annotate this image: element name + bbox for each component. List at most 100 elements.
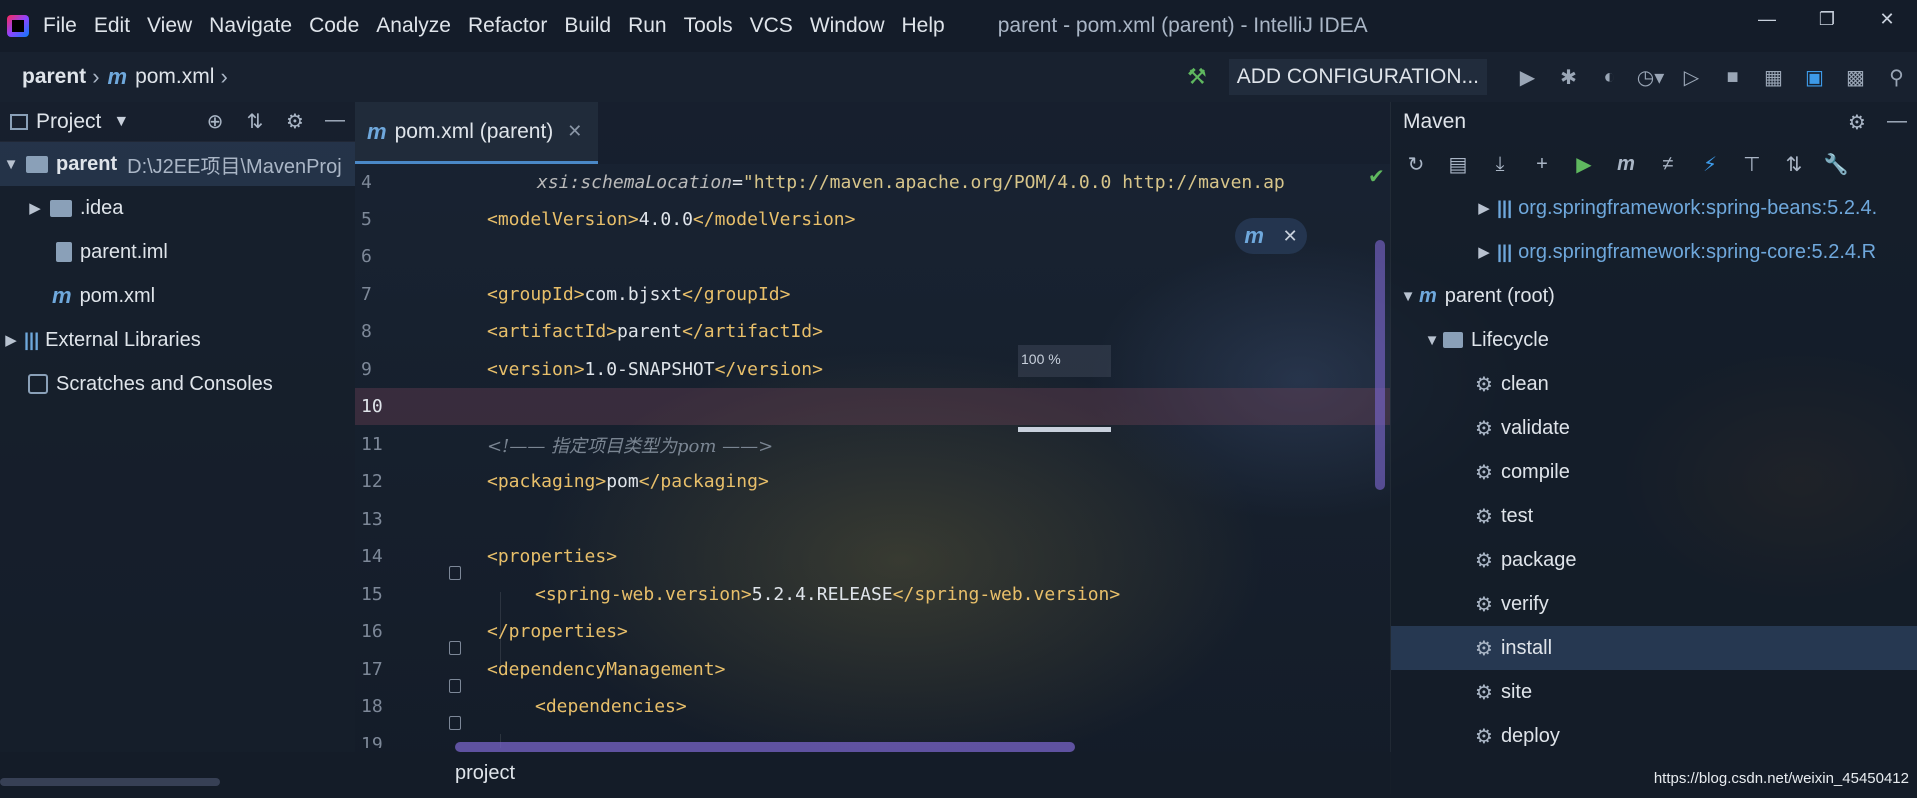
skip-tests-icon[interactable]: ⚡ [1689, 152, 1731, 177]
maven-project-root[interactable]: ▼ m parent (root) [1391, 274, 1917, 318]
menu-analyze[interactable]: Analyze [376, 14, 451, 38]
build-hammer-icon[interactable]: ⚒ [1187, 64, 1207, 90]
expand-arrow-icon[interactable]: ▶ [1473, 199, 1495, 217]
maven-phase-verify[interactable]: ⚙ verify [1391, 582, 1917, 626]
maven-reload-icon[interactable]: m [1244, 223, 1264, 249]
coverage-icon[interactable]: ◐ [1589, 52, 1630, 102]
add-configuration-button[interactable]: ADD CONFIGURATION... [1228, 59, 1487, 95]
tab-pom-xml[interactable]: m pom.xml (parent) ✕ [355, 102, 598, 164]
hide-icon[interactable]: — [1877, 110, 1917, 135]
breadcrumb-file[interactable]: pom.xml [135, 65, 214, 89]
tree-item-scratches[interactable]: Scratches and Consoles [0, 362, 355, 406]
maven-phase-clean[interactable]: ⚙ clean [1391, 362, 1917, 406]
tree-item-idea[interactable]: ▶ .idea [0, 186, 355, 230]
editor-horizontal-scrollbar[interactable] [455, 742, 1075, 752]
execute-goal-icon[interactable]: m [1605, 153, 1647, 176]
menu-tools[interactable]: Tools [684, 14, 733, 38]
menu-refactor[interactable]: Refactor [468, 14, 547, 38]
maven-dependency-item[interactable]: ▶ ||| org.springframework:spring-beans:5… [1391, 186, 1917, 230]
run-icon[interactable]: ▶ [1507, 52, 1548, 102]
expand-arrow-icon[interactable]: ▼ [0, 156, 22, 173]
code-line[interactable]: 17 <dependencyManagement> [355, 651, 1390, 693]
menu-view[interactable]: View [147, 14, 192, 38]
collapse-all-icon[interactable]: ⇅ [1773, 152, 1815, 177]
code-line[interactable]: 6 [355, 238, 1390, 275]
menu-window[interactable]: Window [810, 14, 885, 38]
run-icon[interactable]: ▶ [1563, 152, 1605, 177]
download-icon[interactable]: ⤓ [1479, 153, 1521, 176]
code-line[interactable]: 16 </properties> [355, 613, 1390, 655]
tree-item-pom[interactable]: m pom.xml [0, 274, 355, 318]
locate-icon[interactable]: ⊕ [195, 109, 235, 134]
menu-code[interactable]: Code [309, 14, 359, 38]
menu-help[interactable]: Help [902, 14, 945, 38]
menu-navigate[interactable]: Navigate [209, 14, 292, 38]
profile-icon[interactable]: ◷▾ [1630, 52, 1671, 102]
close-tab-icon[interactable]: ✕ [567, 121, 582, 142]
close-icon[interactable]: ✕ [1857, 0, 1917, 38]
tree-item-parent[interactable]: ▼ parent D:\J2EE项目\MavenProj [0, 142, 355, 186]
code-line[interactable]: 13 [355, 501, 1390, 538]
code-line[interactable]: 12 <packaging>pom</packaging> [355, 463, 1390, 500]
restore-icon[interactable]: ❐ [1797, 0, 1857, 38]
expand-arrow-icon[interactable]: ▼ [1421, 332, 1443, 349]
code-line-current[interactable]: 10 [355, 388, 1390, 425]
code-editor[interactable]: 4 xsi:schemaLocation="http://maven.apach… [355, 164, 1390, 748]
maven-phase-test[interactable]: ⚙ test [1391, 494, 1917, 538]
maven-dependency-item[interactable]: ▶ ||| org.springframework:spring-core:5.… [1391, 230, 1917, 274]
terminal-icon[interactable]: ▩ [1835, 52, 1876, 102]
translate-icon[interactable]: ▣ [1794, 52, 1835, 102]
line-number: 15 [361, 584, 383, 605]
add-icon[interactable]: + [1521, 153, 1563, 176]
reload-icon[interactable]: ↻ [1395, 152, 1437, 177]
expand-arrow-icon[interactable]: ▶ [24, 199, 46, 217]
chevron-down-icon[interactable]: ▼ [113, 113, 129, 131]
project-structure-icon[interactable]: ▦ [1753, 52, 1794, 102]
menu-file[interactable]: File [43, 14, 77, 38]
hide-icon[interactable]: — [315, 109, 355, 134]
debug-icon[interactable]: ✱ [1548, 52, 1589, 102]
minimize-icon[interactable]: — [1737, 0, 1797, 38]
code-line[interactable]: 18 <dependencies> [355, 688, 1390, 730]
maven-lifecycle-node[interactable]: ▼ Lifecycle [1391, 318, 1917, 362]
search-icon[interactable]: ⚲ [1876, 52, 1917, 102]
code-line[interactable]: 4 xsi:schemaLocation="http://maven.apach… [355, 164, 1390, 201]
toggle-offline-icon[interactable]: ≠ [1647, 153, 1689, 176]
maven-phase-compile[interactable]: ⚙ compile [1391, 450, 1917, 494]
stop-icon[interactable]: ■ [1712, 52, 1753, 102]
menu-vcs[interactable]: VCS [750, 14, 793, 38]
editor-breadcrumb-project[interactable]: project [455, 762, 515, 785]
gear-icon[interactable]: ⚙ [275, 109, 315, 134]
expand-arrow-icon[interactable]: ▶ [1473, 243, 1495, 261]
generate-sources-icon[interactable]: ▤ [1437, 152, 1479, 177]
menu-edit[interactable]: Edit [94, 14, 130, 38]
editor-vertical-scrollbar[interactable] [1375, 240, 1385, 490]
inspection-ok-icon[interactable]: ✔ [1368, 164, 1385, 189]
gear-icon[interactable]: ⚙ [1837, 110, 1877, 135]
code-line[interactable]: 11 <!—— 指定项目类型为pom ——> [355, 426, 1390, 463]
project-horizontal-scrollbar[interactable] [0, 778, 220, 786]
code-line[interactable]: 7 <groupId>com.bjsxt</groupId> [355, 276, 1390, 313]
collapse-all-icon[interactable]: ⇅ [235, 109, 275, 134]
tree-item-parent-iml[interactable]: parent.iml [0, 230, 355, 274]
menu-run[interactable]: Run [628, 14, 667, 38]
close-icon[interactable]: ✕ [1283, 226, 1298, 247]
project-panel-title[interactable]: Project [36, 110, 101, 134]
maven-phase-validate[interactable]: ⚙ validate [1391, 406, 1917, 450]
show-dependencies-icon[interactable]: ⊤ [1731, 152, 1773, 177]
play-icon[interactable]: ▷ [1671, 52, 1712, 102]
maven-phase-install[interactable]: ⚙ install [1391, 626, 1917, 670]
maven-phase-package[interactable]: ⚙ package [1391, 538, 1917, 582]
intellij-logo-icon[interactable] [7, 15, 29, 37]
settings-wrench-icon[interactable]: 🔧 [1815, 152, 1857, 177]
breadcrumb-project[interactable]: parent [22, 65, 86, 89]
code-line[interactable]: 9 <version>1.0-SNAPSHOT</version> [355, 351, 1390, 388]
tree-item-external-libraries[interactable]: ▶ ||| External Libraries [0, 318, 355, 362]
code-line[interactable]: 8 <artifactId>parent</artifactId> [355, 313, 1390, 350]
code-line[interactable]: 15 <spring-web.version>5.2.4.RELEASE</sp… [355, 576, 1390, 613]
code-line[interactable]: 14 <properties> [355, 538, 1390, 580]
maven-phase-site[interactable]: ⚙ site [1391, 670, 1917, 714]
menu-build[interactable]: Build [564, 14, 611, 38]
expand-arrow-icon[interactable]: ▶ [0, 331, 22, 349]
expand-arrow-icon[interactable]: ▼ [1397, 288, 1419, 305]
